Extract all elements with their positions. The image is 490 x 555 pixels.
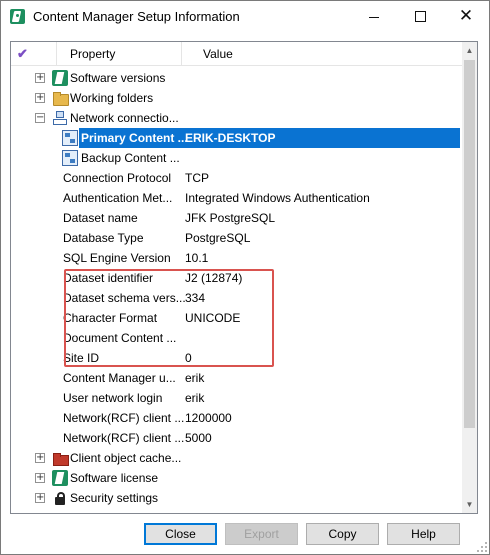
property-label: Network(RCF) client ... (63, 431, 185, 445)
server-icon (62, 130, 78, 146)
expand-icon[interactable]: + (35, 493, 45, 503)
property-label: Database Type (63, 231, 144, 245)
property-label: Software license (70, 471, 159, 485)
list-item[interactable]: + Working folders (11, 88, 462, 108)
column-divider[interactable] (181, 42, 182, 65)
expand-icon[interactable]: + (35, 473, 45, 483)
list-item[interactable]: + Client object cache... (11, 448, 462, 468)
property-label: Dataset name (63, 211, 138, 225)
window-title: Content Manager Setup Information (33, 9, 240, 24)
property-label: User network login (63, 391, 163, 405)
list-item[interactable]: SQL Engine Version 10.1 (11, 248, 462, 268)
list-item[interactable]: Network(RCF) client ... 1200000 (11, 408, 462, 428)
license-icon (52, 470, 68, 486)
list-item[interactable]: Dataset name JFK PostgreSQL (11, 208, 462, 228)
expand-icon[interactable]: + (35, 73, 45, 83)
property-label: Client object cache... (70, 451, 182, 465)
content-manager-icon (10, 9, 25, 24)
list-item[interactable]: + Security settings (11, 488, 462, 508)
scroll-down-icon[interactable]: ▼ (462, 496, 477, 513)
property-value: erik (185, 391, 205, 405)
list-item[interactable]: Content Manager u... erik (11, 368, 462, 388)
list-item[interactable]: Database Type PostgreSQL (11, 228, 462, 248)
scroll-thumb[interactable] (464, 60, 475, 428)
property-label: Network connectio... (70, 111, 179, 125)
maximize-button[interactable] (397, 1, 443, 32)
vertical-scrollbar[interactable]: ▲ ▼ (462, 42, 477, 513)
property-value: ERIK-DESKTOP (185, 131, 276, 145)
property-value: 5000 (185, 431, 212, 445)
property-label: Working folders (70, 91, 154, 105)
property-value: PostgreSQL (185, 231, 251, 245)
network-icon (52, 110, 68, 126)
properties-list[interactable]: ✔ Property Value + Software versions + Work… (10, 41, 478, 514)
close-button[interactable]: Close (144, 523, 217, 545)
property-label: Software versions (70, 71, 166, 85)
close-window-button[interactable]: ✕ (443, 1, 489, 32)
list-item[interactable]: Primary Content ... ERIK-DESKTOP (11, 128, 462, 148)
property-column-header[interactable]: Property (70, 47, 115, 61)
folder-icon (52, 90, 69, 106)
property-value: erik (185, 371, 205, 385)
help-button[interactable]: Help (387, 523, 460, 545)
property-value: 1200000 (185, 411, 232, 425)
property-label: Primary Content ... (81, 131, 188, 145)
server-icon (62, 150, 78, 166)
property-value: Integrated Windows Authentication (185, 191, 370, 205)
minimize-button[interactable] (351, 1, 397, 32)
list-item[interactable]: Network(RCF) client ... 5000 (11, 428, 462, 448)
property-label: Content Manager u... (63, 371, 176, 385)
property-value: TCP (185, 171, 209, 185)
property-label: Backup Content ... (81, 151, 180, 165)
property-value: 10.1 (185, 251, 209, 265)
list-item[interactable]: − Network connectio... (11, 108, 462, 128)
property-label: SQL Engine Version (63, 251, 171, 265)
expand-icon[interactable]: + (35, 93, 45, 103)
expand-icon[interactable]: + (35, 453, 45, 463)
property-label: Network(RCF) client ... (63, 411, 185, 425)
property-label: Connection Protocol (63, 171, 172, 185)
list-item[interactable]: Backup Content ... (11, 148, 462, 168)
property-value: JFK PostgreSQL (185, 211, 276, 225)
lock-icon (52, 490, 68, 506)
resize-grip-icon[interactable] (477, 542, 487, 552)
list-item[interactable]: User network login erik (11, 388, 462, 408)
copy-button[interactable]: Copy (306, 523, 379, 545)
property-label: Security settings (70, 491, 159, 505)
setup-info-window: Content Manager Setup Information ✕ ✔ Pr… (0, 0, 490, 555)
scroll-up-icon[interactable]: ▲ (462, 42, 477, 59)
list-item[interactable]: Authentication Met... Integrated Windows … (11, 188, 462, 208)
title-bar[interactable]: Content Manager Setup Information ✕ (1, 1, 489, 32)
value-column-header[interactable]: Value (203, 47, 233, 61)
property-label: Authentication Met... (63, 191, 173, 205)
column-divider[interactable] (56, 42, 57, 65)
check-column-header[interactable]: ✔ (17, 46, 28, 62)
list-header: ✔ Property Value (11, 42, 462, 66)
list-item[interactable]: Connection Protocol TCP (11, 168, 462, 188)
list-item[interactable]: + Software license (11, 468, 462, 488)
list-item[interactable]: + Software versions (11, 68, 462, 88)
export-button[interactable]: Export (225, 523, 298, 545)
annotation-highlight-box (64, 269, 274, 367)
collapse-icon[interactable]: − (35, 113, 45, 123)
cache-icon (52, 450, 69, 466)
software-icon (52, 70, 68, 86)
